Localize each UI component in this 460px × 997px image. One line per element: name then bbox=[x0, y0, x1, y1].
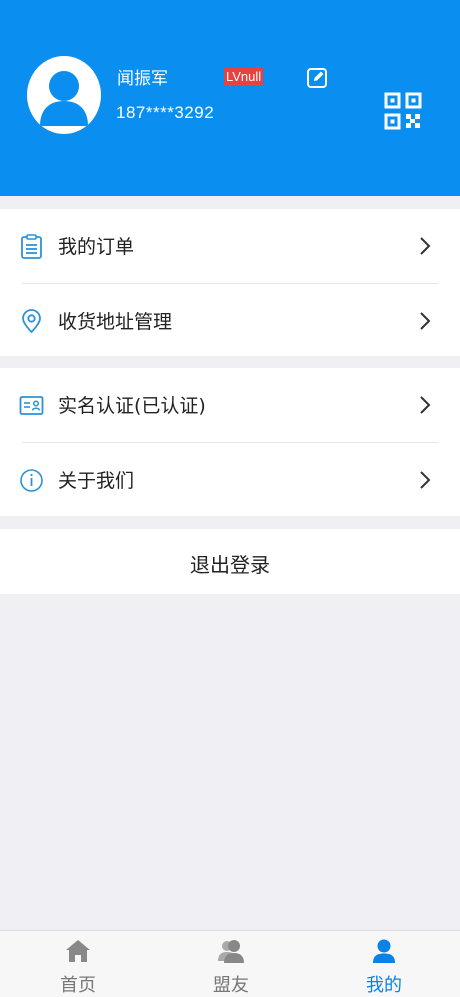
menu-item-label: 我的订单 bbox=[58, 236, 135, 258]
menu-card-orders-address: 我的订单 收货地址管理 bbox=[0, 209, 460, 356]
menu-item-my-orders[interactable]: 我的订单 bbox=[0, 209, 460, 282]
tab-home[interactable]: 首页 bbox=[23, 931, 133, 997]
tab-allies[interactable]: 盟友 bbox=[176, 931, 286, 997]
logout-label: 退出登录 bbox=[190, 553, 270, 577]
chevron-right-icon bbox=[420, 471, 431, 489]
menu-item-real-name-verification[interactable]: 实名认证(已认证) bbox=[0, 368, 460, 441]
menu-item-address-management[interactable]: 收货地址管理 bbox=[0, 284, 460, 357]
menu-item-label: 实名认证(已认证) bbox=[58, 395, 206, 417]
menu-item-about-us[interactable]: 关于我们 bbox=[0, 443, 460, 516]
chevron-right-icon bbox=[420, 396, 431, 414]
home-icon bbox=[66, 940, 90, 962]
user-silhouette-icon bbox=[40, 71, 88, 126]
menu-item-label: 收货地址管理 bbox=[58, 311, 173, 333]
chevron-right-icon bbox=[420, 312, 431, 330]
info-icon bbox=[20, 469, 43, 492]
level-badge: LVnull bbox=[224, 68, 264, 85]
phone-number: 187****3292 bbox=[116, 103, 215, 122]
menu-item-label: 关于我们 bbox=[58, 470, 135, 492]
menu-card-verify-about: 实名认证(已认证) 关于我们 bbox=[0, 368, 460, 516]
tab-label: 首页 bbox=[60, 975, 96, 996]
bottom-tab-bar: 首页 盟友 我的 bbox=[0, 930, 460, 997]
chevron-right-icon bbox=[420, 237, 431, 255]
qr-code-button[interactable] bbox=[384, 92, 422, 130]
logout-button[interactable]: 退出登录 bbox=[0, 529, 460, 594]
user-name: 闻振军 bbox=[117, 69, 168, 89]
edit-icon bbox=[307, 68, 327, 88]
qr-code-icon bbox=[384, 92, 422, 130]
profile-header: 闻振军 LVnull 187****3292 bbox=[0, 0, 460, 196]
avatar[interactable] bbox=[27, 56, 101, 134]
order-list-icon bbox=[21, 234, 42, 259]
allies-icon bbox=[218, 940, 244, 963]
tab-label: 盟友 bbox=[213, 975, 249, 996]
tab-label: 我的 bbox=[366, 975, 402, 996]
tab-mine[interactable]: 我的 bbox=[329, 931, 439, 997]
edit-profile-button[interactable] bbox=[306, 67, 328, 89]
user-icon bbox=[373, 939, 395, 963]
id-card-icon bbox=[19, 396, 44, 415]
location-pin-icon bbox=[22, 309, 41, 334]
